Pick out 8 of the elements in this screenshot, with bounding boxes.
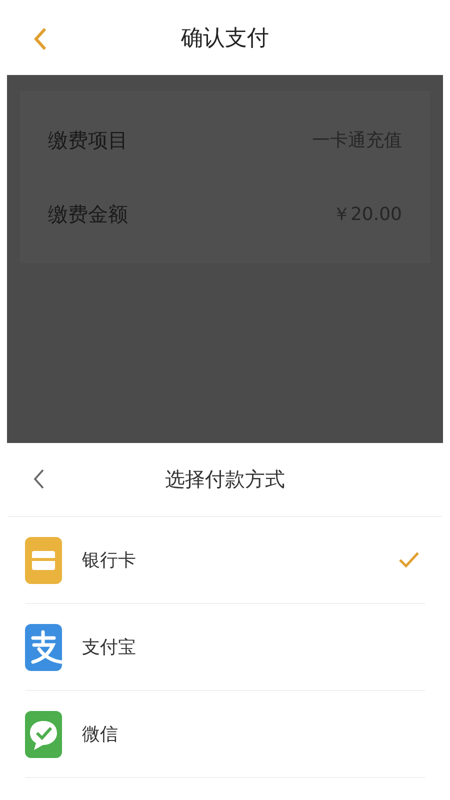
app-icon [25, 624, 62, 670]
payment-method-option[interactable]: 银行卡 [82, 548, 398, 572]
payment-method-option[interactable]: 微信 [82, 722, 425, 746]
bank-card-icon [25, 536, 62, 584]
payment-method-option[interactable]: 支付宝 [82, 635, 425, 659]
page-title: 确认支付 [181, 24, 269, 52]
sheet-title: 选择付款方式 [165, 466, 285, 493]
chat-check-icon [25, 710, 62, 758]
